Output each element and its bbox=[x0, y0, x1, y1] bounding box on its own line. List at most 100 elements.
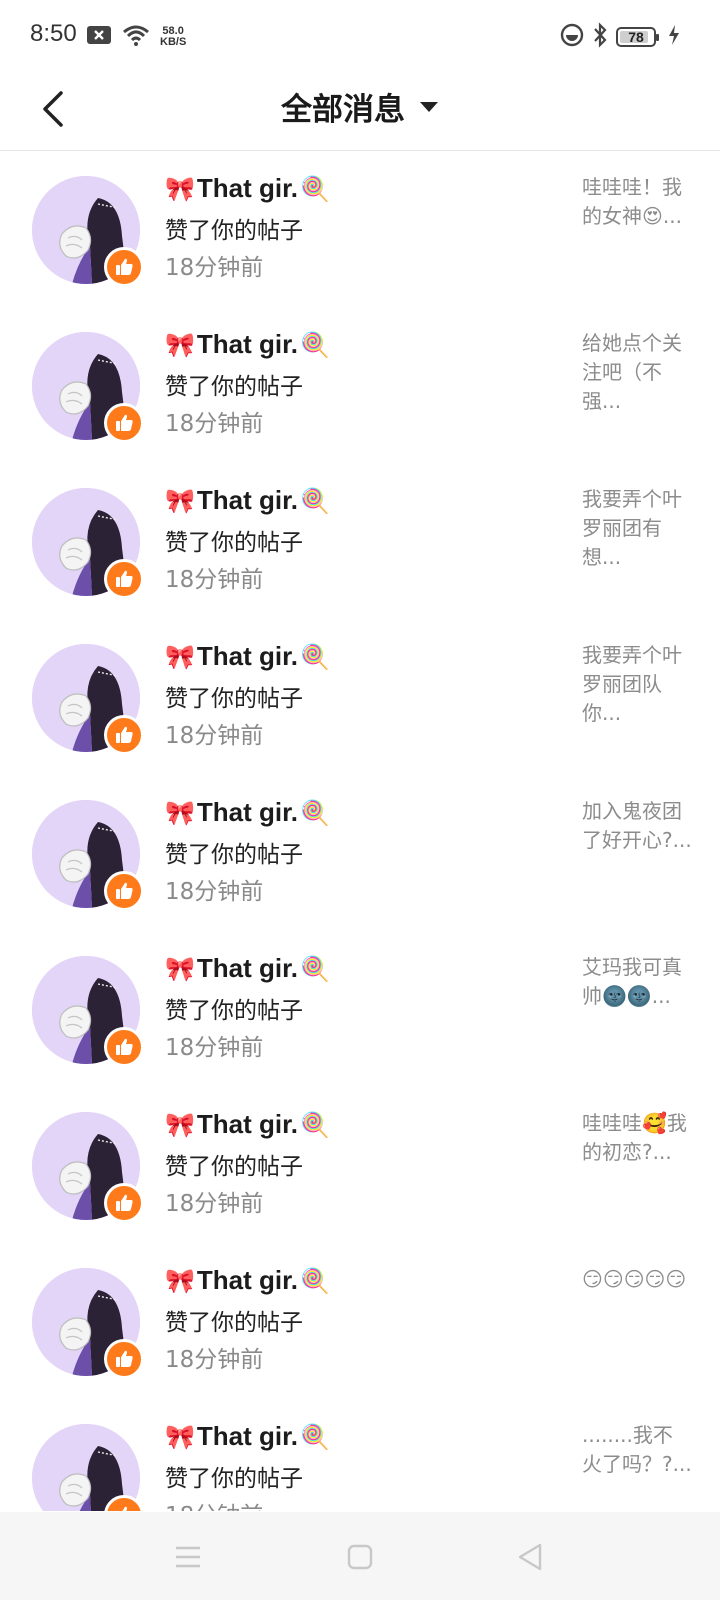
lollipop-emoji-icon: 🍭 bbox=[300, 174, 330, 203]
header: 全部消息 bbox=[0, 72, 720, 151]
bow-emoji-icon: 🎀 bbox=[165, 174, 195, 203]
menu-button[interactable] bbox=[168, 1540, 208, 1574]
lollipop-emoji-icon: 🍭 bbox=[300, 642, 330, 671]
action-text: 赞了你的帖子 bbox=[165, 1466, 303, 1492]
lollipop-emoji-icon: 🍭 bbox=[300, 954, 330, 983]
caret-down-icon bbox=[420, 101, 438, 112]
username[interactable]: 🎀 That gir. 🍭 bbox=[165, 173, 330, 204]
post-preview[interactable]: 加入鬼夜团了好开心?... bbox=[582, 797, 692, 855]
post-preview[interactable]: 哇哇哇！我的女神😍... bbox=[582, 173, 692, 231]
username[interactable]: 🎀 That gir. 🍭 bbox=[165, 329, 330, 360]
wifi-icon bbox=[122, 24, 150, 50]
post-preview[interactable]: ........我不火了吗？?... bbox=[582, 1421, 692, 1479]
bow-emoji-icon: 🎀 bbox=[165, 486, 195, 515]
bow-emoji-icon: 🎀 bbox=[165, 1110, 195, 1139]
timestamp: 18分钟前 bbox=[165, 1191, 264, 1217]
timestamp: 18分钟前 bbox=[165, 879, 264, 905]
bow-emoji-icon: 🎀 bbox=[165, 954, 195, 983]
post-preview[interactable]: 我要弄个叶罗丽团队你... bbox=[582, 641, 692, 728]
charging-icon bbox=[668, 25, 680, 49]
timestamp: 18分钟前 bbox=[165, 723, 264, 749]
username[interactable]: 🎀 That gir. 🍭 bbox=[165, 797, 330, 828]
bluetooth-icon bbox=[592, 22, 608, 52]
back-nav-button[interactable] bbox=[510, 1540, 550, 1574]
post-preview[interactable]: 给她点个关注吧（不强... bbox=[582, 329, 692, 416]
message-item[interactable]: 🎀 That gir. 🍭 赞了你的帖子 18分钟前 我要弄个叶罗丽团队你... bbox=[0, 619, 720, 775]
thumbs-up-icon bbox=[104, 1183, 144, 1223]
message-item[interactable]: 🎀 That gir. 🍭 赞了你的帖子 18分钟前 ........我不火了吗… bbox=[0, 1399, 720, 1511]
action-text: 赞了你的帖子 bbox=[165, 842, 303, 868]
home-square-icon bbox=[347, 1544, 373, 1570]
lollipop-emoji-icon: 🍭 bbox=[300, 1422, 330, 1451]
message-item[interactable]: 🎀 That gir. 🍭 赞了你的帖子 18分钟前 给她点个关注吧（不强... bbox=[0, 307, 720, 463]
action-text: 赞了你的帖子 bbox=[165, 530, 303, 556]
message-list[interactable]: 🎀 That gir. 🍭 赞了你的帖子 18分钟前 哇哇哇！我的女神😍... … bbox=[0, 151, 720, 1511]
post-preview[interactable]: 😏😏😏😏😏 bbox=[582, 1265, 692, 1294]
bow-emoji-icon: 🎀 bbox=[165, 1422, 195, 1451]
message-item[interactable]: 🎀 That gir. 🍭 赞了你的帖子 18分钟前 艾玛我可真帅🌚🌚... bbox=[0, 931, 720, 1087]
username[interactable]: 🎀 That gir. 🍭 bbox=[165, 1421, 330, 1452]
thumbs-up-icon bbox=[104, 871, 144, 911]
username-text: That gir. bbox=[196, 797, 299, 827]
thumbs-up-icon bbox=[104, 403, 144, 443]
lollipop-emoji-icon: 🍭 bbox=[300, 330, 330, 359]
post-preview[interactable]: 我要弄个叶罗丽团有想... bbox=[582, 485, 692, 572]
timestamp: 18分钟前 bbox=[165, 567, 264, 593]
data-saver-icon bbox=[560, 23, 584, 51]
username-text: That gir. bbox=[196, 1109, 299, 1139]
page-title: 全部消息 bbox=[281, 92, 405, 128]
username[interactable]: 🎀 That gir. 🍭 bbox=[165, 485, 330, 516]
username-text: That gir. bbox=[196, 173, 299, 203]
bow-emoji-icon: 🎀 bbox=[165, 330, 195, 359]
message-filter-dropdown[interactable]: 全部消息 bbox=[0, 84, 720, 129]
username-text: That gir. bbox=[196, 485, 299, 515]
thumbs-up-icon bbox=[104, 559, 144, 599]
timestamp: 18分钟前 bbox=[165, 1347, 264, 1373]
action-text: 赞了你的帖子 bbox=[165, 218, 303, 244]
net-speed: 58.0 KB/S bbox=[160, 25, 187, 48]
status-bar: 8:50 58.0 KB/S 78 bbox=[0, 0, 720, 72]
post-preview[interactable]: 哇哇哇🥰我的初恋?... bbox=[582, 1109, 692, 1167]
username[interactable]: 🎀 That gir. 🍭 bbox=[165, 1109, 330, 1140]
notification-x-icon bbox=[86, 25, 112, 49]
thumbs-up-icon bbox=[104, 715, 144, 755]
message-item[interactable]: 🎀 That gir. 🍭 赞了你的帖子 18分钟前 加入鬼夜团了好开心?... bbox=[0, 775, 720, 931]
message-item[interactable]: 🎀 That gir. 🍭 赞了你的帖子 18分钟前 我要弄个叶罗丽团有想... bbox=[0, 463, 720, 619]
message-item[interactable]: 🎀 That gir. 🍭 赞了你的帖子 18分钟前 哇哇哇🥰我的初恋?... bbox=[0, 1087, 720, 1243]
message-item[interactable]: 🎀 That gir. 🍭 赞了你的帖子 18分钟前 😏😏😏😏😏 bbox=[0, 1243, 720, 1399]
lollipop-emoji-icon: 🍭 bbox=[300, 798, 330, 827]
username[interactable]: 🎀 That gir. 🍭 bbox=[165, 1265, 330, 1296]
lollipop-emoji-icon: 🍭 bbox=[300, 486, 330, 515]
back-triangle-icon bbox=[518, 1543, 542, 1571]
username-text: That gir. bbox=[196, 1421, 299, 1451]
lollipop-emoji-icon: 🍭 bbox=[300, 1266, 330, 1295]
username[interactable]: 🎀 That gir. 🍭 bbox=[165, 641, 330, 672]
system-nav-bar bbox=[0, 1512, 720, 1600]
username-text: That gir. bbox=[196, 953, 299, 983]
post-preview[interactable]: 艾玛我可真帅🌚🌚... bbox=[582, 953, 692, 1011]
timestamp: 18分钟前 bbox=[165, 1035, 264, 1061]
bow-emoji-icon: 🎀 bbox=[165, 1266, 195, 1295]
timestamp: 18分钟前 bbox=[165, 255, 264, 281]
thumbs-up-icon bbox=[104, 1027, 144, 1067]
message-item[interactable]: 🎀 That gir. 🍭 赞了你的帖子 18分钟前 哇哇哇！我的女神😍... bbox=[0, 151, 720, 307]
status-time: 8:50 bbox=[30, 20, 77, 47]
timestamp: 18分钟前 bbox=[165, 1496, 263, 1511]
timestamp: 18分钟前 bbox=[165, 411, 264, 437]
lollipop-emoji-icon: 🍭 bbox=[300, 1110, 330, 1139]
thumbs-up-icon bbox=[104, 1339, 144, 1379]
username-text: That gir. bbox=[196, 641, 299, 671]
bow-emoji-icon: 🎀 bbox=[165, 642, 195, 671]
username[interactable]: 🎀 That gir. 🍭 bbox=[165, 953, 330, 984]
action-text: 赞了你的帖子 bbox=[165, 1310, 303, 1336]
home-button[interactable] bbox=[340, 1540, 380, 1574]
menu-icon bbox=[176, 1546, 200, 1568]
action-text: 赞了你的帖子 bbox=[165, 686, 303, 712]
bow-emoji-icon: 🎀 bbox=[165, 798, 195, 827]
username-text: That gir. bbox=[196, 1265, 299, 1295]
action-text: 赞了你的帖子 bbox=[165, 374, 303, 400]
action-text: 赞了你的帖子 bbox=[165, 998, 303, 1024]
username-text: That gir. bbox=[196, 329, 299, 359]
thumbs-up-icon bbox=[104, 247, 144, 287]
action-text: 赞了你的帖子 bbox=[165, 1154, 303, 1180]
